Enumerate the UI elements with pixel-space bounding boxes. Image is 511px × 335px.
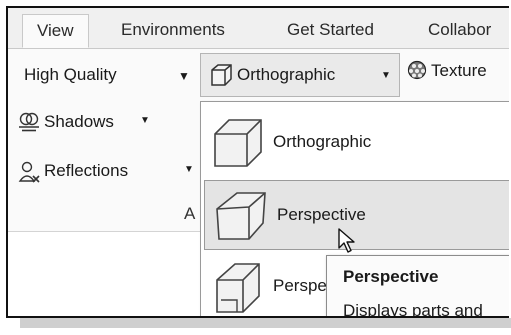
perspective-ortho-cube-icon — [216, 263, 260, 313]
chevron-down-icon: ▼ — [178, 69, 190, 83]
tooltip-description: Displays parts and — [343, 301, 483, 318]
perspective-cube-icon — [216, 192, 266, 240]
chevron-down-icon: ▼ — [140, 115, 150, 126]
camera-projection-button[interactable]: Orthographic ▼ — [200, 53, 400, 97]
orthographic-cube-icon — [214, 119, 262, 167]
menu-item-label: Perspective — [277, 205, 366, 224]
shadows-icon — [19, 112, 39, 132]
reflections-label: Reflections — [44, 161, 129, 180]
mouse-pointer-icon — [338, 228, 355, 253]
menu-item-label: Orthographic — [273, 132, 372, 151]
cube-orthographic-icon — [211, 64, 232, 86]
camera-projection-label: Orthographic — [237, 65, 336, 84]
window-shadow — [20, 318, 511, 328]
menu-item-label: Perspe — [273, 276, 327, 295]
menu-item-orthographic[interactable]: Orthographic — [201, 108, 509, 178]
tooltip: Perspective Displays parts and — [326, 255, 509, 318]
ribbon-tab-bar: View Environments Get Started Collabor — [8, 8, 509, 49]
tab-environments[interactable]: Environments — [121, 20, 225, 40]
chevron-down-icon: ▼ — [184, 164, 194, 175]
reflections-icon — [18, 161, 40, 183]
tab-view[interactable]: View — [22, 14, 89, 48]
chevron-down-icon: ▼ — [381, 70, 391, 81]
tab-collaborate[interactable]: Collabor — [428, 20, 491, 40]
ribbon-toolbar-row: High Quality ▼ Orthographic ▼ Texture — [8, 49, 509, 101]
application-window: View Environments Get Started Collabor H… — [6, 6, 509, 318]
panel-group-label: A — [184, 204, 196, 223]
visual-style-select[interactable]: High Quality ▼ — [16, 59, 192, 91]
visual-style-select-value: High Quality — [24, 65, 117, 84]
texture-sphere-icon — [407, 60, 427, 80]
shadows-label: Shadows — [44, 112, 114, 131]
tab-get-started[interactable]: Get Started — [287, 20, 374, 40]
texture-label: Texture — [431, 61, 487, 80]
tooltip-title: Perspective — [343, 267, 439, 286]
